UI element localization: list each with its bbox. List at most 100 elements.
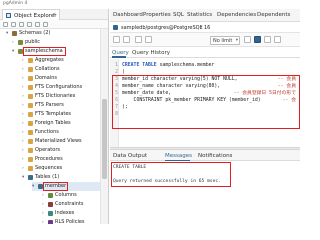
folder-icon [28,94,33,99]
chevron-down-icon: ▾ [235,37,238,43]
chevron-right-icon[interactable]: › [22,146,27,155]
tree-item[interactable]: › Functions [22,128,100,137]
tree-item-label: RLS Policies [55,219,85,224]
tree-item[interactable]: › Materialized Views [22,137,100,146]
database-icon [113,25,118,30]
tree-item[interactable]: › Procedures [22,155,100,164]
constraints-icon [48,202,53,207]
chevron-down-icon[interactable]: ▾ [200,24,203,30]
chevron-right-icon[interactable]: › [22,101,27,110]
chevron-right-icon[interactable]: › [42,218,47,224]
tree-item-label: Functions [35,129,59,135]
search-icon[interactable] [43,22,48,27]
folder-icon [28,58,33,63]
close-icon[interactable]: ✕ [52,12,56,18]
tab-statistics[interactable]: Statistics [187,12,212,18]
chevron-right-icon[interactable]: › [22,128,27,137]
tree-item[interactable]: › Indexes [42,209,100,218]
open-file-icon[interactable] [113,36,120,43]
table-view-icon[interactable] [19,22,24,27]
object-tree-scrollbar[interactable] [100,29,108,224]
tab-notifications[interactable]: Notifications [198,153,232,159]
tree-item[interactable]: › public [12,38,100,47]
tree-item-label: Tables (1) [35,174,60,180]
commit-icon[interactable] [274,36,281,43]
chevron-down-icon[interactable]: ▾ [22,173,27,182]
tree-item[interactable]: › Constraints [42,200,100,209]
chevron-right-icon[interactable]: › [22,119,27,128]
chevron-down-icon[interactable]: ▾ [32,182,37,191]
explain-icon[interactable] [264,36,271,43]
chevron-right-icon[interactable]: › [22,74,27,83]
app-title: pgAdmin 4 [3,1,28,6]
query-tool-icon[interactable] [35,22,40,27]
highlight-box [23,47,67,56]
object-explorer-tabbar: Object Explorer ✕ [0,9,108,20]
tree-item[interactable]: › FTS Parsers [22,101,100,110]
tree-item[interactable]: › Aggregates [22,56,100,65]
tree-item[interactable]: › FTS Configurations [22,83,100,92]
execute-play-icon[interactable] [254,36,261,43]
tab-dashboard[interactable]: Dashboard [113,12,143,18]
tab-properties[interactable]: Properties [143,12,171,18]
indexes-icon [48,211,53,216]
scrollbar-thumb[interactable] [102,99,107,179]
chevron-right-icon[interactable]: › [22,164,27,173]
tree-item-label: Foreign Tables [35,120,71,126]
tree-item[interactable]: › Collations [22,65,100,74]
chevron-right-icon[interactable]: › [22,65,27,74]
tree-item[interactable]: › Sequences [22,164,100,173]
stop-icon[interactable] [244,36,251,43]
tree-item-label: Collations [35,66,60,72]
tree-item[interactable]: › FTS Dictionaries [22,92,100,101]
chevron-right-icon[interactable]: › [22,56,27,65]
folder-icon [28,67,33,72]
edit-icon[interactable] [135,36,142,43]
tree-item[interactable]: › Foreign Tables [22,119,100,128]
chevron-right-icon[interactable]: › [42,209,47,218]
tree-item[interactable]: › Operators [22,146,100,155]
tree-item-label: FTS Parsers [35,102,64,108]
tree-item[interactable]: › Domains [22,74,100,83]
tree-item-label: public [25,39,41,45]
chevron-right-icon[interactable]: › [42,191,47,200]
refresh-icon[interactable] [3,22,8,27]
tab-sql[interactable]: SQL [173,12,184,18]
tab-query-history[interactable]: Query History [132,50,170,56]
tree-item[interactable]: ▾ Tables (1) [22,173,100,182]
tree-item[interactable]: ▾ Schemas (2) [6,29,100,38]
chevron-down-icon[interactable]: ▾ [6,29,11,38]
chevron-right-icon[interactable]: › [42,200,47,209]
folder-icon [28,139,33,144]
save-file-icon[interactable] [123,36,130,43]
tab-dependencies[interactable]: Dependencies [217,12,256,18]
tree-item-label: Columns [55,192,77,198]
query-subtabs: Query Query History [110,48,300,58]
line-number: 1 [115,63,118,68]
filter-rows-icon[interactable] [145,36,152,43]
chevron-down-icon[interactable]: ▾ [12,47,17,56]
folder-icon [28,112,33,117]
row-limit-select[interactable]: No limit ▾ [210,35,240,45]
properties-icon[interactable] [11,22,16,27]
tab-messages[interactable]: Messages [165,153,192,159]
tab-object-explorer[interactable]: Object Explorer ✕ [2,9,60,20]
tree-item[interactable]: › FTS Templates [22,110,100,119]
filter-icon[interactable] [27,22,32,27]
folder-icon [28,148,33,153]
highlight-box [112,75,300,129]
schema-icon [18,40,23,45]
tab-dependents[interactable]: Dependents [257,12,290,18]
chevron-right-icon[interactable]: › [22,83,27,92]
tree-item[interactable]: › Columns [42,191,100,200]
chevron-right-icon[interactable]: › [22,92,27,101]
connection-selector[interactable]: sampledb/postgres@PostgreSQL 16 [121,25,210,31]
chevron-right-icon[interactable]: › [22,110,27,119]
chevron-right-icon[interactable]: › [12,38,17,47]
tree-item[interactable]: › RLS Policies [42,218,100,224]
main-tabbar: Dashboard Properties SQL Statistics Depe… [110,9,300,22]
chevron-right-icon[interactable]: › [22,155,27,164]
chevron-right-icon[interactable]: › [22,137,27,146]
tab-data-output[interactable]: Data Output [113,153,147,159]
object-explorer-icon [6,13,11,18]
